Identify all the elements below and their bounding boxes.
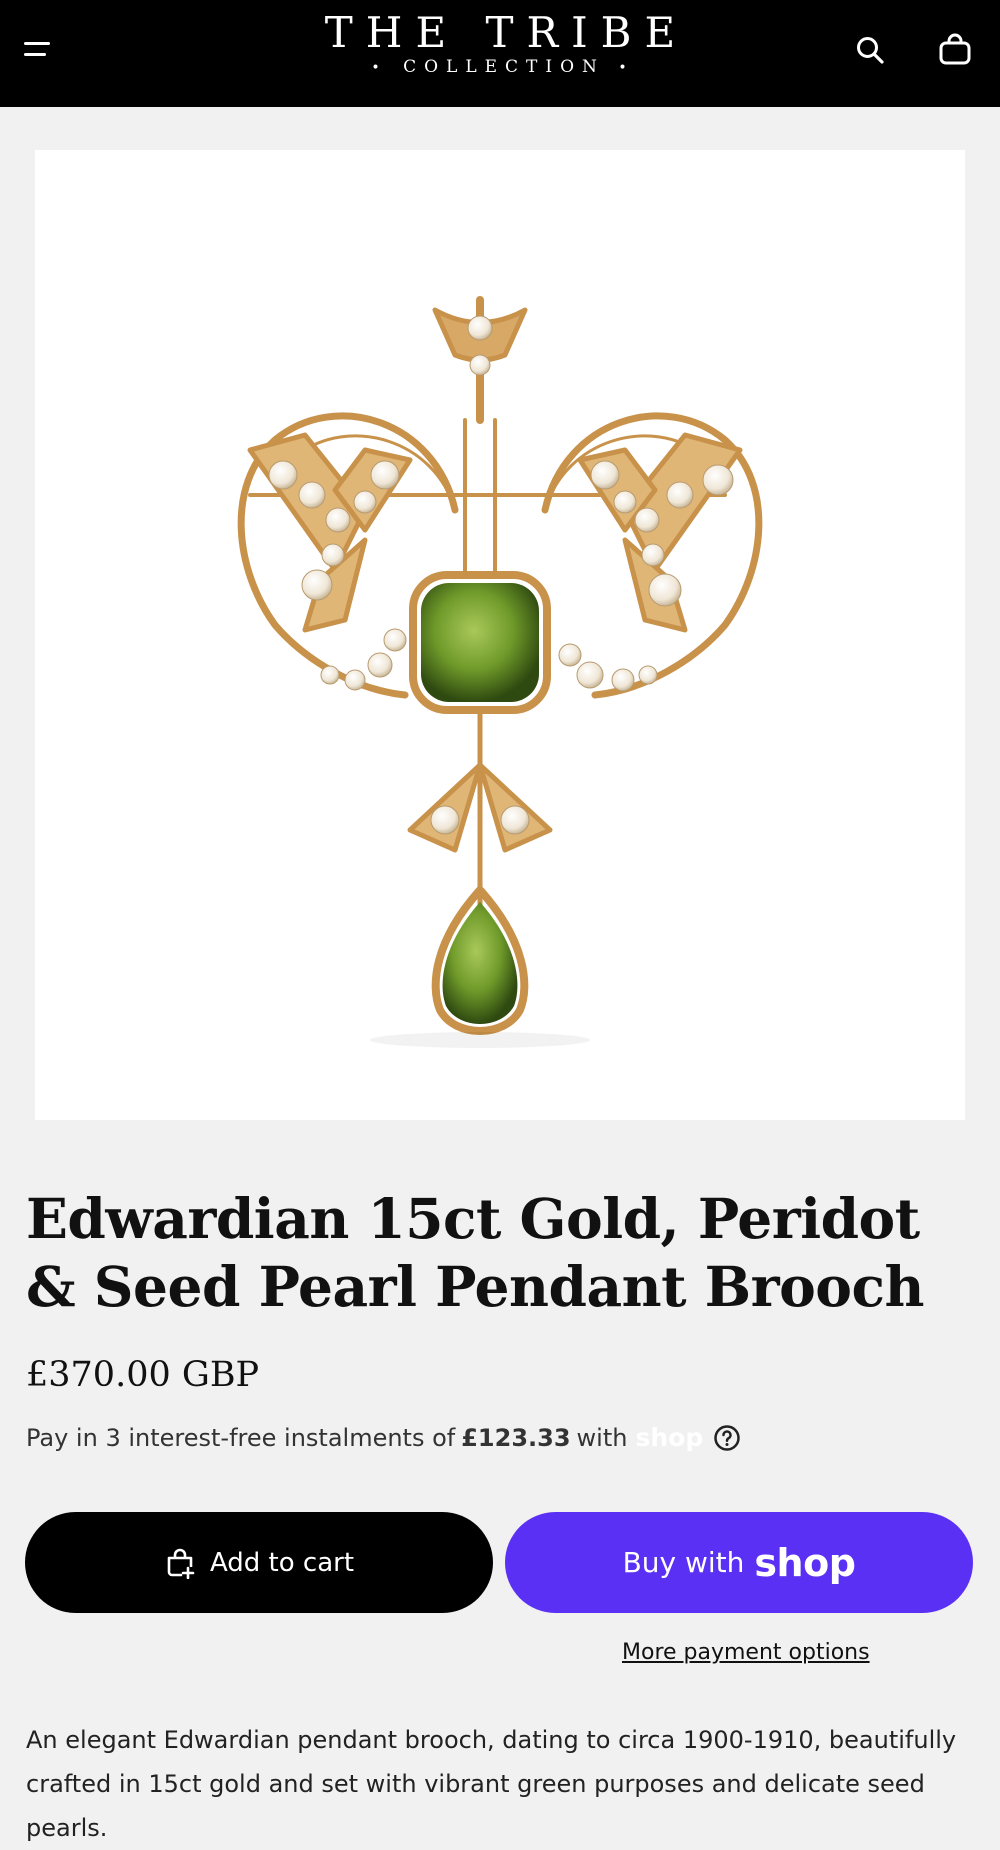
add-to-cart-label: Add to cart bbox=[209, 1547, 355, 1578]
installments-amount: £123.33 bbox=[461, 1423, 571, 1452]
product-image[interactable] bbox=[35, 150, 965, 1120]
logo-sub-text: COLLECTION bbox=[403, 57, 605, 77]
site-header: THE TRIBE • COLLECTION • bbox=[0, 0, 1000, 107]
shopping-bag-icon bbox=[939, 33, 971, 65]
add-to-cart-button[interactable]: Add to cart bbox=[25, 1512, 493, 1613]
help-circle-icon[interactable] bbox=[713, 1424, 741, 1452]
brooch-illustration bbox=[237, 296, 763, 1048]
installments-prefix: Pay in 3 interest-free instalments of bbox=[26, 1423, 456, 1452]
search-icon bbox=[857, 37, 884, 64]
buy-with-label: Buy with bbox=[622, 1546, 745, 1579]
more-payment-options-link[interactable]: More payment options bbox=[622, 1640, 870, 1665]
product-price: £370.00 GBP bbox=[26, 1355, 260, 1395]
logo-dot: • bbox=[371, 60, 390, 76]
shop-logo: shop bbox=[754, 1540, 856, 1585]
product-description: An elegant Edwardian pendant brooch, dat… bbox=[26, 1726, 957, 1842]
logo-dot: • bbox=[618, 60, 637, 76]
product-title: Edwardian 15ct Gold, Peridot & Seed Pear… bbox=[26, 1186, 924, 1319]
installments-info: Pay in 3 interest-free instalments of £1… bbox=[26, 1423, 741, 1452]
cart-button[interactable] bbox=[935, 30, 975, 70]
buy-with-shop-button[interactable]: Buy with shop bbox=[505, 1512, 973, 1613]
installments-suffix: with bbox=[576, 1423, 628, 1452]
search-button[interactable] bbox=[850, 30, 890, 70]
shop-pay-logo: shop bbox=[635, 1423, 704, 1452]
add-to-bag-icon bbox=[167, 1548, 195, 1579]
